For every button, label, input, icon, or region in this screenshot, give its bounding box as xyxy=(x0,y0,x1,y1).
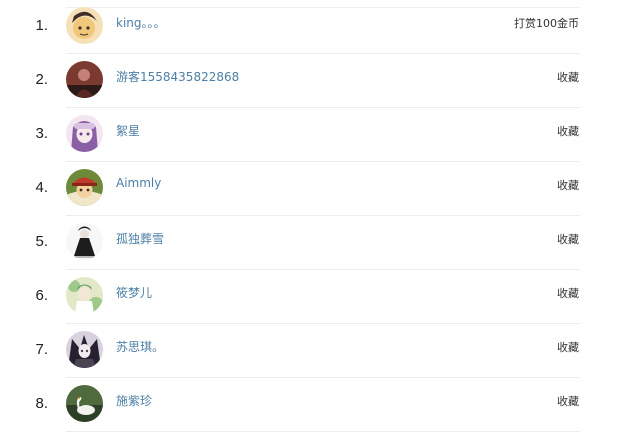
favorite-label[interactable]: 收藏 xyxy=(557,123,579,139)
list-item: 2. 游客1558435822868 收藏 xyxy=(0,54,640,108)
avatar[interactable] xyxy=(66,115,103,152)
username-link[interactable]: 筱梦儿 xyxy=(116,284,152,301)
username-link[interactable]: 孤独葬雪 xyxy=(116,230,164,247)
list-item: 6. 筱梦儿 收藏 xyxy=(0,270,640,324)
avatar[interactable] xyxy=(66,385,103,422)
rank-number: 1. xyxy=(35,17,48,34)
avatar[interactable] xyxy=(66,169,103,206)
username-link[interactable]: Aimmly xyxy=(116,176,161,190)
avatar-cartoon-boy-icon xyxy=(66,7,103,44)
favorite-label[interactable]: 收藏 xyxy=(557,69,579,85)
list-item: 8. 施紫珍 收藏 xyxy=(0,378,640,432)
favorite-label[interactable]: 收藏 xyxy=(557,285,579,301)
list-item: 1. king。。。 打赏100金币 xyxy=(0,0,640,54)
avatar-anime-green-icon xyxy=(66,277,103,314)
username-link[interactable]: 苏思琪。 xyxy=(116,338,164,355)
avatar-anime-girl-purple-icon xyxy=(66,115,103,152)
avatar-anime-red-hat-icon xyxy=(66,169,103,206)
avatar-anime-dark-figure-icon xyxy=(66,223,103,260)
username-link[interactable]: 絮星 xyxy=(116,122,140,139)
rank-number: 4. xyxy=(35,179,48,196)
favorite-label[interactable]: 收藏 xyxy=(557,231,579,247)
list-item: 4. Aimmly 收藏 xyxy=(0,162,640,216)
avatar[interactable] xyxy=(66,277,103,314)
username-link[interactable]: 游客1558435822868 xyxy=(116,68,239,85)
avatar-anime-gothic-icon xyxy=(66,331,103,368)
avatar[interactable] xyxy=(66,223,103,260)
rank-number: 3. xyxy=(35,125,48,142)
favorite-label[interactable]: 收藏 xyxy=(557,339,579,355)
avatar[interactable] xyxy=(66,331,103,368)
favorite-label[interactable]: 收藏 xyxy=(557,177,579,193)
rank-number: 6. xyxy=(35,287,48,304)
rank-number: 8. xyxy=(35,395,48,412)
rank-number: 2. xyxy=(35,71,48,88)
rank-number: 7. xyxy=(35,341,48,358)
username-link[interactable]: king。。。 xyxy=(116,14,166,31)
list-item: 7. 苏思琪。 收藏 xyxy=(0,324,640,378)
avatar[interactable] xyxy=(66,7,103,44)
list-item: 3. 絮星 收藏 xyxy=(0,108,640,162)
favorite-label[interactable]: 收藏 xyxy=(557,393,579,409)
reward-label[interactable]: 打赏100金币 xyxy=(514,15,579,31)
list-item: 5. 孤独葬雪 收藏 xyxy=(0,216,640,270)
username-link[interactable]: 施紫珍 xyxy=(116,392,152,409)
avatar-person-photo-icon xyxy=(66,61,103,98)
rank-number: 5. xyxy=(35,233,48,250)
avatar[interactable] xyxy=(66,61,103,98)
avatar-swan-photo-icon xyxy=(66,385,103,422)
